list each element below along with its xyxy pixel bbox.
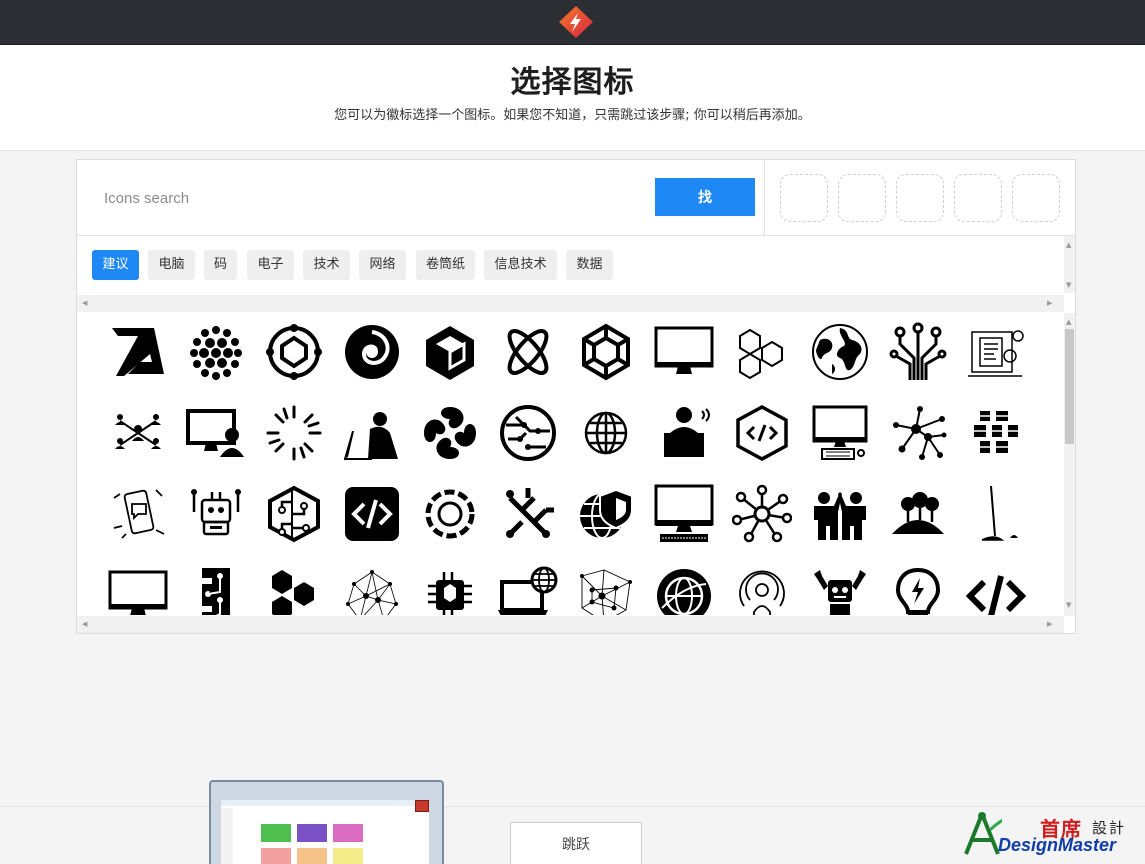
footer-divider (0, 806, 1145, 807)
circuit-circle-icon[interactable] (496, 401, 560, 465)
hexagon-code-icon[interactable] (730, 401, 794, 465)
icon-picker-panel: 找 建议 电脑 码 电子 技术 网络 卷筒纸 信息技术 数据 ▲ ▼ ◀ ▶ (76, 159, 1076, 634)
laptop-worker-icon[interactable] (652, 401, 716, 465)
page-subtitle: 您可以为徽标选择一个图标。如果您不知道，只需跳过该步骤; 你可以稍后再添加。 (334, 108, 811, 123)
podcast-person-icon[interactable] (730, 564, 794, 615)
watermark-en: DesignMaster (998, 835, 1117, 855)
circuit-ring-icon[interactable] (262, 320, 326, 384)
selected-icon-slot[interactable] (954, 174, 1002, 222)
globe-grid-icon[interactable] (574, 401, 638, 465)
tags-horizontal-scrollbar[interactable]: ◀ ▶ (77, 295, 1064, 312)
top-bar (0, 0, 1145, 45)
window-thumbnail[interactable] (209, 780, 444, 864)
people-network-icon[interactable] (106, 401, 170, 465)
imac-side-icon[interactable] (964, 482, 1028, 546)
skip-button[interactable]: 跳跃 (510, 822, 642, 864)
tag-technology[interactable]: 技术 (303, 250, 350, 280)
category-tags: 建议 电脑 码 电子 技术 网络 卷筒纸 信息技术 数据 ▲ ▼ (77, 236, 1075, 296)
hexagon-knot-icon[interactable] (574, 320, 638, 384)
hub-network-icon[interactable] (730, 482, 794, 546)
desktop-computer-icon[interactable] (808, 401, 872, 465)
selected-icon-slot[interactable] (838, 174, 886, 222)
globe-world-icon[interactable] (808, 320, 872, 384)
tag-electronics[interactable]: 电子 (247, 250, 294, 280)
code-box-icon[interactable] (340, 482, 404, 546)
desktop-user-icon[interactable] (184, 401, 248, 465)
robot-wrench-icon[interactable] (808, 564, 872, 615)
monitor-icon[interactable] (652, 320, 716, 384)
tags-vertical-scrollbar[interactable]: ▲ ▼ (1064, 236, 1075, 293)
laptop-globe-icon[interactable] (496, 564, 560, 615)
scroll-thumb[interactable] (1065, 329, 1074, 444)
compass-logo-icon (964, 812, 1002, 855)
z-letter-icon[interactable] (106, 320, 170, 384)
close-icon[interactable] (415, 800, 429, 812)
icons-search-input[interactable] (91, 182, 651, 214)
code-brackets-icon[interactable] (964, 564, 1028, 615)
tag-it[interactable]: 信息技术 (484, 250, 557, 280)
dotted-sphere-icon[interactable] (184, 320, 248, 384)
circuit-lines-icon[interactable] (886, 320, 950, 384)
globe-shield-icon[interactable] (574, 482, 638, 546)
mesh-network-icon[interactable] (340, 564, 404, 615)
person-laptop-icon[interactable] (340, 401, 404, 465)
node-network-icon[interactable] (886, 401, 950, 465)
imac-keyboard-icon[interactable] (652, 482, 716, 546)
robot-tools-icon[interactable] (184, 482, 248, 546)
circuit-square-icon[interactable] (496, 482, 560, 546)
hexagon-cube-icon[interactable] (418, 320, 482, 384)
find-button[interactable]: 找 (655, 178, 755, 216)
watermark-logo: 首席 設計 DesignMaster (962, 810, 1142, 860)
icon-grid (77, 313, 1064, 615)
monitor-wide-icon[interactable] (106, 564, 170, 615)
spiral-swirl-icon[interactable] (340, 320, 404, 384)
ring-chain-icon[interactable] (418, 482, 482, 546)
tag-web[interactable]: 卷筒纸 (416, 250, 475, 280)
cube-pattern-icon[interactable] (964, 401, 1028, 465)
hexagons-cluster-icon[interactable] (730, 320, 794, 384)
app-logo-icon[interactable] (556, 4, 596, 40)
page-title: 选择图标 (510, 65, 635, 100)
tree-hill-icon[interactable] (886, 482, 950, 546)
hexagon-circuit-icon[interactable] (262, 482, 326, 546)
four-petal-icon[interactable] (418, 401, 482, 465)
page-header: 选择图标 您可以为徽标选择一个图标。如果您不知道，只需跳过该步骤; 你可以稍后再… (0, 45, 1145, 151)
selected-icon-slot[interactable] (1012, 174, 1060, 222)
tag-code[interactable]: 码 (204, 250, 237, 280)
tag-data[interactable]: 数据 (566, 250, 613, 280)
search-row: 找 (77, 160, 1075, 236)
thumbnail-preview (221, 800, 429, 864)
hexagons-honeycomb-icon[interactable] (262, 564, 326, 615)
loading-burst-icon[interactable] (262, 401, 326, 465)
icons-horizontal-scrollbar[interactable]: ◀ ▶ (77, 616, 1064, 633)
microchip-icon[interactable] (418, 564, 482, 615)
atom-orbit-icon[interactable] (496, 320, 560, 384)
divider (764, 160, 765, 236)
document-gears-icon[interactable] (964, 320, 1028, 384)
globe-orbit-icon[interactable] (652, 564, 716, 615)
mesh-web-icon[interactable] (574, 564, 638, 615)
selected-icon-slot[interactable] (896, 174, 944, 222)
selected-icon-slot[interactable] (780, 174, 828, 222)
icons-vertical-scrollbar[interactable]: ▲ ▼ (1064, 313, 1075, 616)
lightbulb-bolt-icon[interactable] (886, 564, 950, 615)
phone-chat-icon[interactable] (106, 482, 170, 546)
circuit-board-icon[interactable] (184, 564, 248, 615)
tag-suggest[interactable]: 建议 (92, 250, 139, 280)
people-highfive-icon[interactable] (808, 482, 872, 546)
tag-network[interactable]: 网络 (359, 250, 406, 280)
tag-computer[interactable]: 电脑 (148, 250, 195, 280)
